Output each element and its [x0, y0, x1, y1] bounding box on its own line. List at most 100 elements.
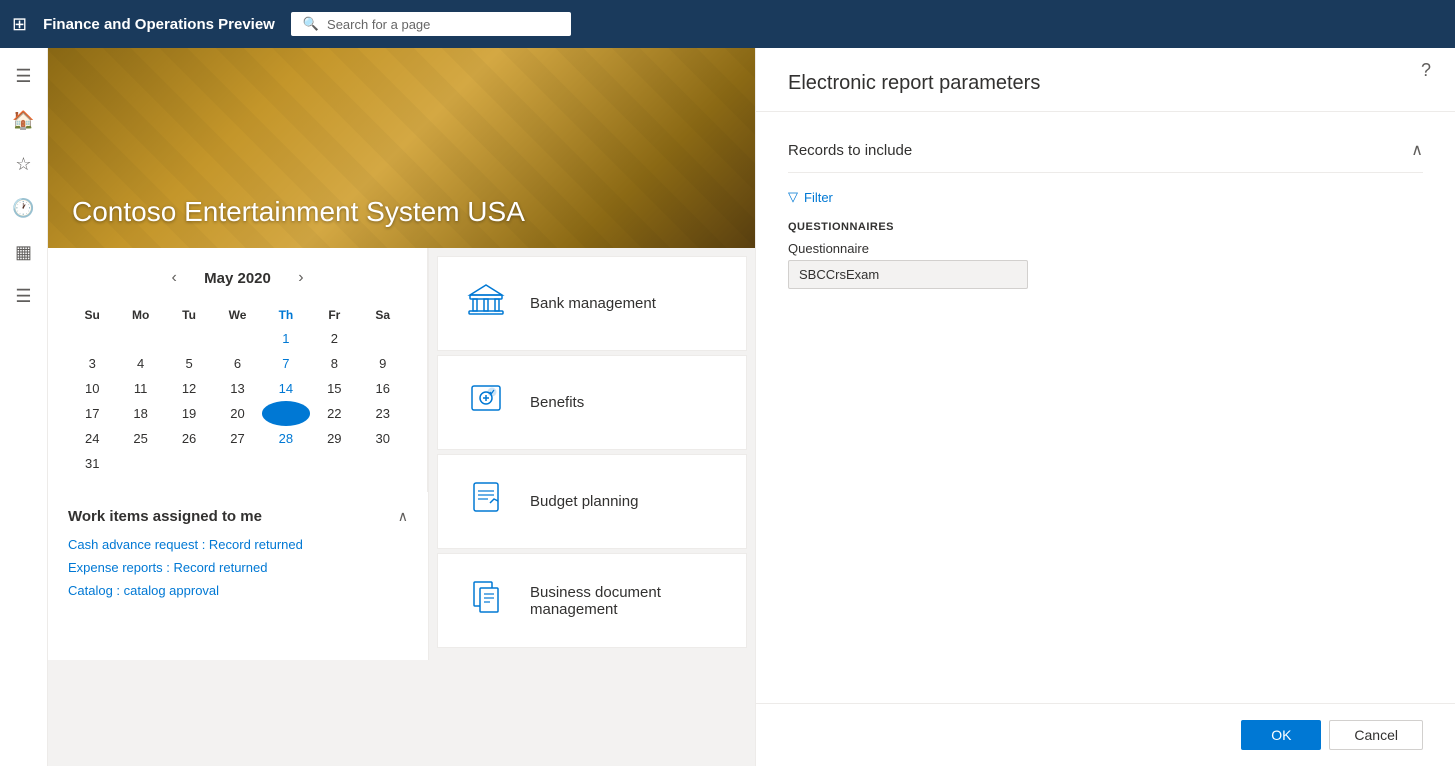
right-panel-title: Electronic report parameters — [788, 72, 1423, 95]
top-navigation: ⊞ Finance and Operations Preview 🔍 Searc… — [0, 0, 1455, 48]
calendar-day — [116, 326, 164, 351]
records-collapse-button[interactable]: ∧ — [1411, 140, 1423, 160]
cal-header-we: We — [213, 304, 261, 326]
calendar-day — [116, 451, 164, 476]
calendar-day[interactable]: 23 — [359, 401, 407, 426]
filter-icon: ▽ — [788, 189, 798, 205]
calendar-day[interactable]: 12 — [165, 376, 213, 401]
calendar-day[interactable]: 21 — [262, 401, 310, 426]
calendar-day — [310, 451, 358, 476]
cal-header-sa: Sa — [359, 304, 407, 326]
calendar-day[interactable]: 17 — [68, 401, 116, 426]
filter-link[interactable]: ▽ Filter — [788, 189, 1423, 205]
calendar-day — [165, 451, 213, 476]
cal-header-mo: Mo — [116, 304, 164, 326]
calendar-day[interactable]: 13 — [213, 376, 261, 401]
cancel-button[interactable]: Cancel — [1329, 720, 1423, 750]
work-items-collapse-button[interactable]: ∧ — [398, 508, 408, 525]
calendar-day[interactable]: 15 — [310, 376, 358, 401]
right-panel-footer: OK Cancel — [756, 703, 1455, 766]
work-item-link-2[interactable]: Expense reports : Record returned — [68, 560, 408, 575]
questionnaires-label: QUESTIONNAIRES — [788, 221, 1423, 233]
calendar-day — [165, 326, 213, 351]
calendar-panel: ‹ May 2020 › Su Mo Tu We — [48, 248, 428, 492]
calendar-day[interactable]: 4 — [116, 351, 164, 376]
work-item-link-1[interactable]: Cash advance request : Record returned — [68, 537, 408, 552]
work-items-title: Work items assigned to me — [68, 508, 262, 525]
records-section-header: Records to include ∧ — [788, 128, 1423, 173]
calendar-grid: Su Mo Tu We Th Fr Sa 1234567891011121314… — [68, 304, 407, 476]
calendar-day[interactable]: 16 — [359, 376, 407, 401]
workspace-section: ‹ May 2020 › Su Mo Tu We — [48, 248, 755, 660]
calendar-day[interactable]: 6 — [213, 351, 261, 376]
calendar-day[interactable]: 11 — [116, 376, 164, 401]
calendar-day[interactable]: 7 — [262, 351, 310, 376]
sidebar-favorites[interactable]: ☆ — [4, 144, 44, 184]
right-panel-body: Records to include ∧ ▽ Filter QUESTIONNA… — [756, 112, 1455, 703]
calendar-day — [68, 326, 116, 351]
calendar-month-year: May 2020 — [204, 270, 271, 287]
calendar-day[interactable]: 28 — [262, 426, 310, 451]
cal-header-tu: Tu — [165, 304, 213, 326]
calendar-day[interactable]: 27 — [213, 426, 261, 451]
calendar-day[interactable]: 2 — [310, 326, 358, 351]
calendar-day[interactable]: 8 — [310, 351, 358, 376]
calendar-day[interactable]: 5 — [165, 351, 213, 376]
tile-budget-planning[interactable]: Budget planning — [437, 454, 747, 549]
calendar-day[interactable]: 9 — [359, 351, 407, 376]
calendar-day[interactable]: 3 — [68, 351, 116, 376]
calendar-day[interactable]: 1 — [262, 326, 310, 351]
help-button[interactable]: ? — [1421, 60, 1431, 81]
sidebar-list[interactable]: ☰ — [4, 276, 44, 316]
cal-header-th: Th — [262, 304, 310, 326]
calendar-day — [213, 451, 261, 476]
calendar-day[interactable]: 30 — [359, 426, 407, 451]
sidebar-recent[interactable]: 🕐 — [4, 188, 44, 228]
calendar-header: ‹ May 2020 › — [68, 264, 407, 292]
search-placeholder: Search for a page — [327, 17, 430, 32]
tile-bank-management[interactable]: Bank management — [437, 256, 747, 351]
hero-banner: Contoso Entertainment System USA — [48, 48, 755, 248]
filter-label: Filter — [804, 190, 833, 205]
records-section-title: Records to include — [788, 142, 912, 159]
business-document-icon — [462, 574, 510, 627]
calendar-prev-button[interactable]: ‹ — [160, 264, 188, 292]
tile-budget-planning-label: Budget planning — [530, 493, 638, 510]
tile-benefits[interactable]: Benefits — [437, 355, 747, 450]
tiles-panel: Bank management Benefits — [429, 248, 755, 660]
calendar-day[interactable]: 24 — [68, 426, 116, 451]
content-area: Contoso Entertainment System USA ‹ May 2… — [48, 48, 755, 766]
sidebar-hamburger[interactable]: ☰ — [4, 56, 44, 96]
app-title: Finance and Operations Preview — [43, 16, 275, 33]
tile-business-document-label: Business document management — [530, 584, 722, 618]
budget-planning-icon — [462, 475, 510, 528]
calendar-next-button[interactable]: › — [287, 264, 315, 292]
right-panel: ? Electronic report parameters Records t… — [755, 48, 1455, 766]
calendar-day[interactable]: 18 — [116, 401, 164, 426]
calendar-day[interactable]: 29 — [310, 426, 358, 451]
bank-management-icon — [462, 277, 510, 330]
tile-business-document[interactable]: Business document management — [437, 553, 747, 648]
grid-icon[interactable]: ⊞ — [12, 14, 27, 35]
calendar-day — [213, 326, 261, 351]
calendar-day[interactable]: 20 — [213, 401, 261, 426]
work-item-link-3[interactable]: Catalog : catalog approval — [68, 583, 408, 598]
benefits-icon — [462, 376, 510, 429]
calendar-day[interactable]: 25 — [116, 426, 164, 451]
search-bar[interactable]: 🔍 Search for a page — [291, 12, 571, 36]
left-column: ‹ May 2020 › Su Mo Tu We — [48, 248, 429, 660]
tile-bank-management-label: Bank management — [530, 295, 656, 312]
calendar-day[interactable]: 31 — [68, 451, 116, 476]
calendar-day[interactable]: 10 — [68, 376, 116, 401]
calendar-day[interactable]: 14 — [262, 376, 310, 401]
calendar-day[interactable]: 26 — [165, 426, 213, 451]
questionnaire-value: SBCCrsExam — [788, 260, 1028, 289]
sidebar-workspaces[interactable]: ▦ — [4, 232, 44, 272]
calendar-day[interactable]: 19 — [165, 401, 213, 426]
questionnaire-field-label: Questionnaire — [788, 241, 1423, 256]
ok-button[interactable]: OK — [1241, 720, 1321, 750]
main-layout: ☰ 🏠 ☆ 🕐 ▦ ☰ Contoso Entertainment System… — [0, 48, 1455, 766]
work-items-header: Work items assigned to me ∧ — [68, 508, 408, 525]
calendar-day[interactable]: 22 — [310, 401, 358, 426]
sidebar-home[interactable]: 🏠 — [4, 100, 44, 140]
